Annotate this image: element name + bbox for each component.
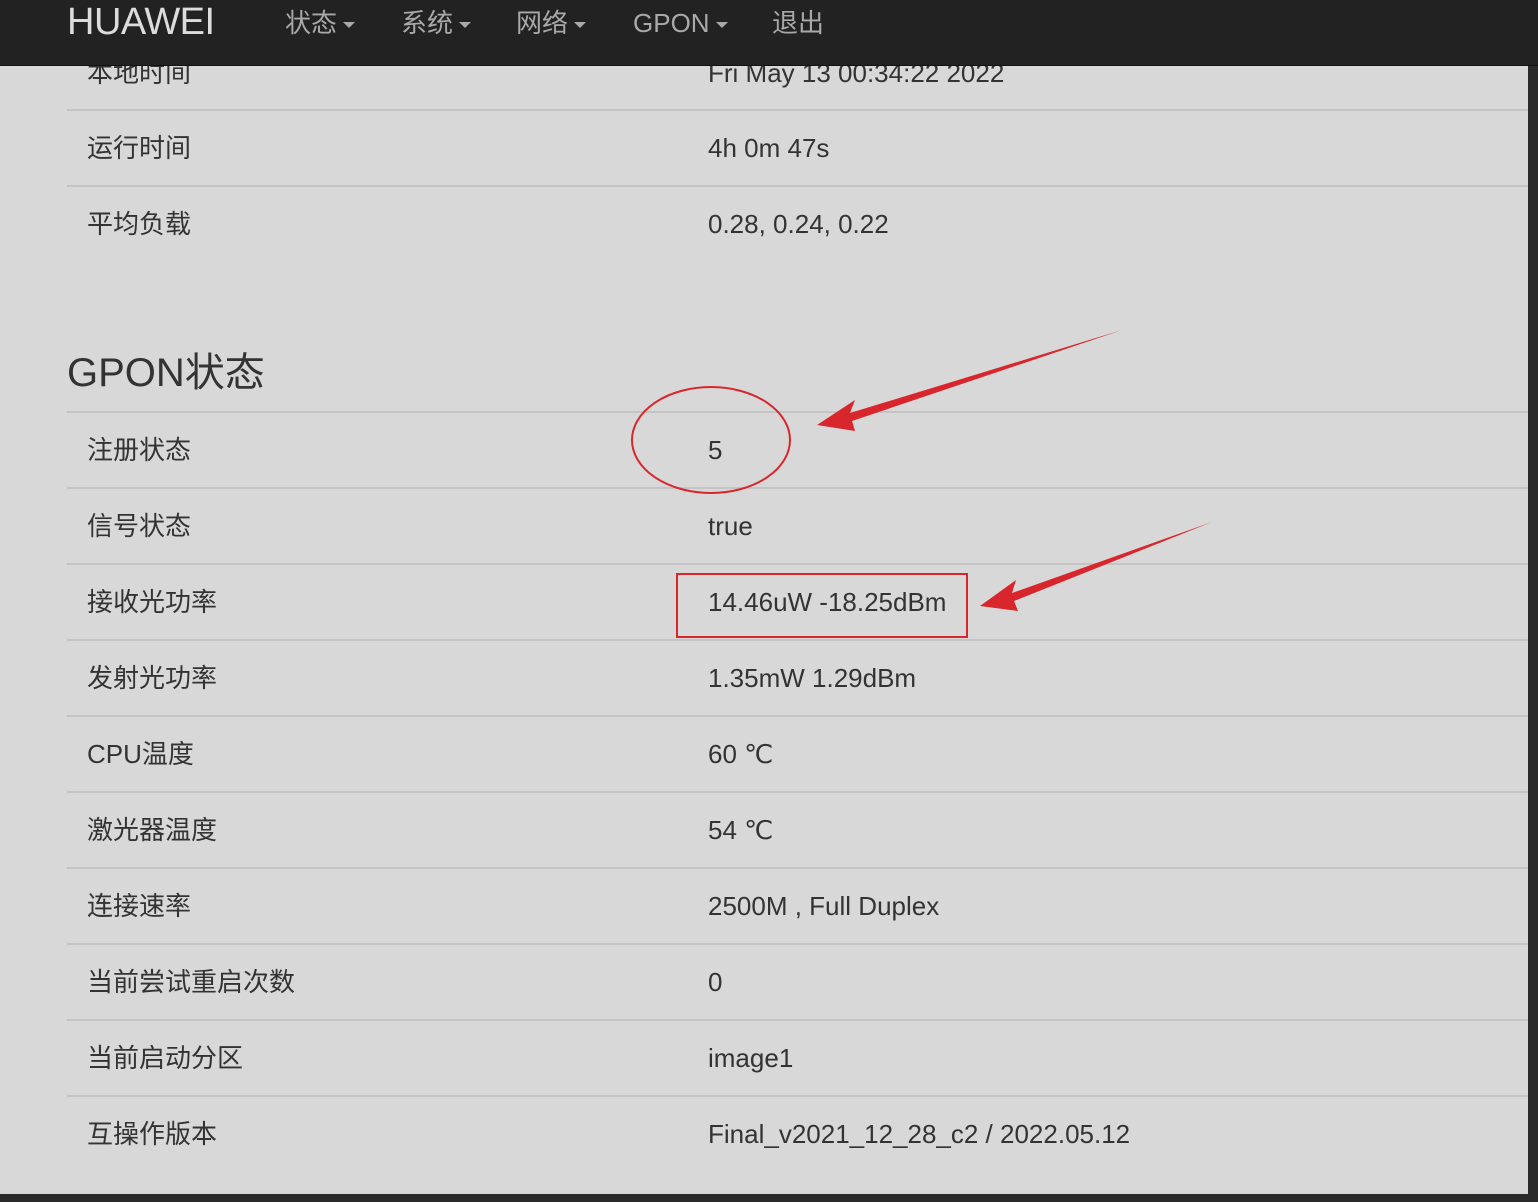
row-label: 接收光功率 <box>87 587 218 617</box>
nav-menu-label: 状态 <box>285 8 338 38</box>
row-value: 14.46uW -18.25dBm <box>708 587 947 617</box>
row-label: 当前启动分区 <box>87 1043 244 1073</box>
row-label: 信号状态 <box>87 511 192 541</box>
table-row-reboot-attempts: 当前尝试重启次数 0 <box>67 943 1528 1021</box>
nav-menu-status[interactable]: 状态 <box>285 0 356 46</box>
row-label: 当前尝试重启次数 <box>87 967 296 997</box>
row-label: 平均负载 <box>87 209 192 239</box>
row-label: 发射光功率 <box>87 663 218 693</box>
row-label: 注册状态 <box>87 435 192 465</box>
top-navbar: HUAWEI 状态 系统 网络 GPON 退出 <box>0 0 1538 66</box>
row-label: 激光器温度 <box>87 815 218 845</box>
table-row-tx-power: 发射光功率 1.35mW 1.29dBm <box>67 639 1528 717</box>
row-value: 2500M , Full Duplex <box>708 891 940 921</box>
nav-menu-label: 网络 <box>516 8 569 38</box>
row-label: 运行时间 <box>87 133 192 163</box>
table-row-rx-power: 接收光功率 14.46uW -18.25dBm <box>67 563 1528 641</box>
table-row-boot-partition: 当前启动分区 image1 <box>67 1019 1528 1097</box>
chevron-down-icon <box>574 22 587 29</box>
table-row-uptime: 运行时间 4h 0m 47s <box>67 109 1528 187</box>
nav-menu-gpon[interactable]: GPON <box>633 0 728 46</box>
brand-logo[interactable]: HUAWEI <box>67 0 215 44</box>
table-row-link-rate: 连接速率 2500M , Full Duplex <box>67 867 1528 945</box>
gpon-section-title: GPON状态 <box>67 351 265 395</box>
row-value: image1 <box>708 1043 794 1073</box>
table-row-interop-version: 互操作版本 Final_v2021_12_28_c2 / 2022.05.12 <box>67 1095 1528 1173</box>
chevron-down-icon <box>715 22 728 29</box>
table-row-cpu-temperature: CPU温度 60 ℃ <box>67 715 1528 793</box>
row-value: Final_v2021_12_28_c2 / 2022.05.12 <box>708 1119 1131 1149</box>
page-content: 本地时间 Fri May 13 00:34:22 2022 运行时间 4h 0m… <box>0 0 1528 1194</box>
table-row-laser-temperature: 激光器温度 54 ℃ <box>67 791 1528 869</box>
nav-menu-label: 退出 <box>772 8 825 38</box>
row-value: true <box>708 511 753 541</box>
chevron-down-icon <box>343 22 356 29</box>
row-label: CPU温度 <box>87 739 194 769</box>
row-label: 连接速率 <box>87 891 192 921</box>
row-value: 4h 0m 47s <box>708 133 830 163</box>
table-row-signal-status: 信号状态 true <box>67 487 1528 565</box>
nav-menu-label: GPON <box>633 8 710 38</box>
table-row-registration-status: 注册状态 5 <box>67 411 1528 489</box>
row-value: 0 <box>708 967 723 997</box>
nav-menu-system[interactable]: 系统 <box>401 0 472 46</box>
row-value: 54 ℃ <box>708 815 774 845</box>
row-value: 5 <box>708 435 723 465</box>
row-value: 1.35mW 1.29dBm <box>708 663 917 693</box>
nav-logout[interactable]: 退出 <box>772 0 824 46</box>
row-value: 60 ℃ <box>708 739 774 769</box>
row-label: 互操作版本 <box>87 1119 218 1149</box>
nav-menu-label: 系统 <box>401 8 454 38</box>
table-row-load-average: 平均负载 0.28, 0.24, 0.22 <box>67 185 1528 263</box>
chevron-down-icon <box>459 22 472 29</box>
row-value: 0.28, 0.24, 0.22 <box>708 209 889 239</box>
nav-menu-network[interactable]: 网络 <box>516 0 587 46</box>
